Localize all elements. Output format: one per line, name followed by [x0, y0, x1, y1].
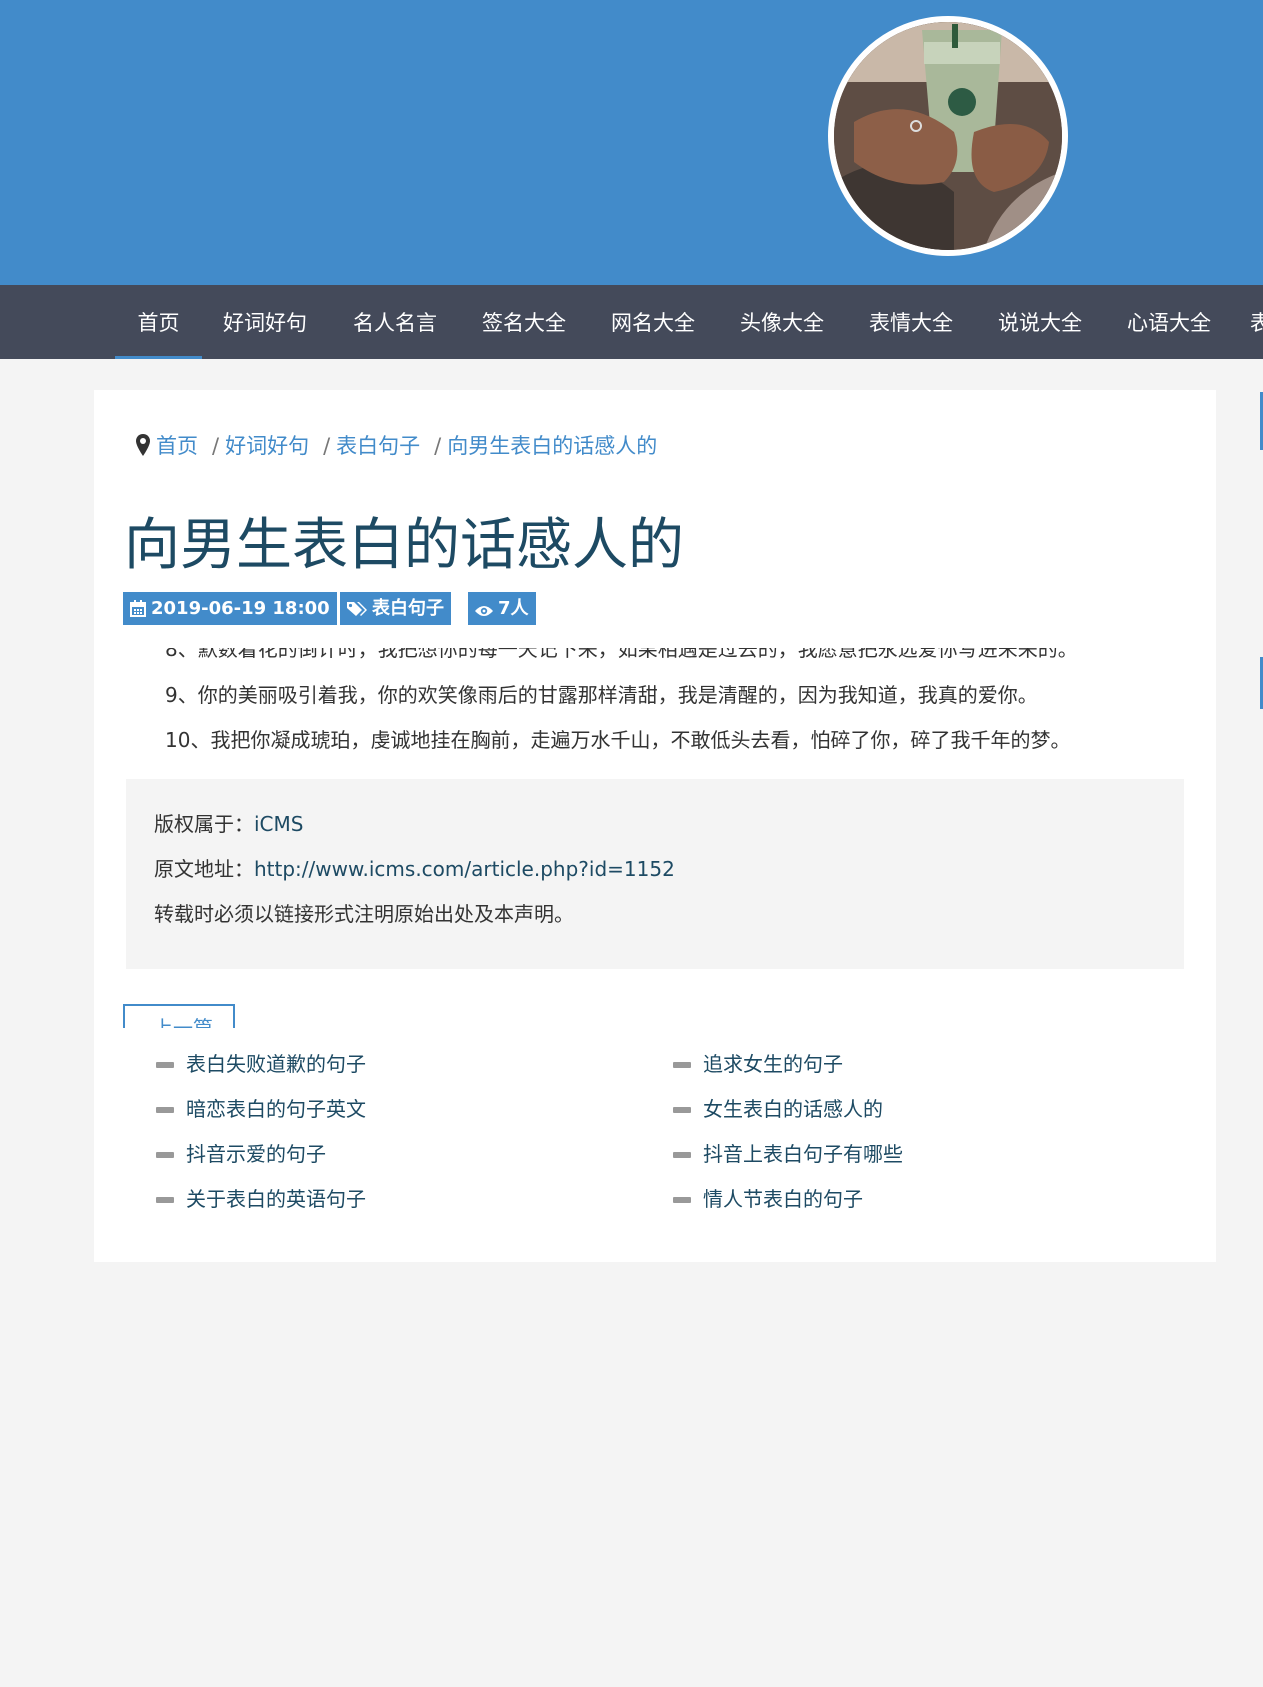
copyright-owner-row: 版权属于：iCMS [154, 808, 303, 837]
map-marker-icon [136, 434, 150, 461]
breadcrumb-separator: / [323, 434, 331, 458]
nav-item-emoticons[interactable]: 表情大全 [861, 285, 961, 359]
nav-item-signatures[interactable]: 签名大全 [474, 285, 574, 359]
dash-bullet-icon [156, 1062, 174, 1068]
related-item[interactable]: 暗恋表白的句子英文 [156, 1093, 366, 1122]
related-item-label[interactable]: 抖音上表白句子有哪些 [703, 1142, 903, 1166]
avatar[interactable] [828, 16, 1068, 256]
eye-icon [475, 606, 493, 616]
article-line-10: 10、我把你凝成琥珀，虔诚地挂在胸前，走遍万水千山，不敢低头去看，怕碎了你，碎了… [165, 728, 1071, 752]
dash-bullet-icon [156, 1152, 174, 1158]
article-category[interactable]: 表白句子 [372, 598, 444, 619]
dash-bullet-icon [673, 1107, 691, 1113]
breadcrumb-good-words[interactable]: 好词好句 [225, 434, 309, 458]
copyright-box: 版权属于：iCMS 原文地址：http://www.icms.com/artic… [126, 779, 1184, 969]
site-header [0, 0, 1263, 285]
nav-item-overflow[interactable]: 表 [1250, 285, 1263, 359]
dash-bullet-icon [673, 1062, 691, 1068]
related-item-label[interactable]: 抖音示爱的句子 [186, 1142, 326, 1166]
related-tab-label[interactable]: 上一篇 [153, 1012, 213, 1028]
page-title: 向男生表白的话感人的 [124, 513, 684, 578]
related-item[interactable]: 女生表白的话感人的 [673, 1093, 883, 1122]
views-badge: 7人 [468, 592, 536, 625]
nav-item-moments[interactable]: 说说大全 [990, 285, 1090, 359]
copyright-url-label: 原文地址： [154, 857, 254, 881]
related-item[interactable]: 情人节表白的句子 [673, 1183, 863, 1212]
copyright-owner[interactable]: iCMS [254, 812, 303, 836]
tags-icon [347, 602, 367, 616]
related-item[interactable]: 抖音上表白句子有哪些 [673, 1138, 903, 1167]
avatar-photo [834, 22, 1062, 250]
dash-bullet-icon [673, 1152, 691, 1158]
nav-item-avatars[interactable]: 头像大全 [732, 285, 832, 359]
article-card: 首页 / 好词好句 / 表白句子 / 向男生表白的话感人的 向男生表白的话感人的 2019-… [94, 390, 1216, 1262]
breadcrumb-current[interactable]: 向男生表白的话感人的 [447, 434, 657, 458]
copyright-url-link[interactable]: http://www.icms.com/article.php?id=1152 [254, 857, 675, 881]
related-item[interactable]: 关于表白的英语句子 [156, 1183, 366, 1212]
copyright-url-row: 原文地址：http://www.icms.com/article.php?id=… [154, 853, 675, 882]
breadcrumb-home[interactable]: 首页 [156, 434, 198, 458]
nav-item-good-words[interactable]: 好词好句 [215, 285, 315, 359]
copyright-owner-label: 版权属于： [154, 812, 254, 836]
related-item-label[interactable]: 暗恋表白的句子英文 [186, 1097, 366, 1121]
breadcrumb-category[interactable]: 表白句子 [336, 434, 420, 458]
dash-bullet-icon [673, 1197, 691, 1203]
nav-item-home[interactable]: 首页 [115, 285, 202, 359]
breadcrumb-separator: / [212, 434, 220, 458]
date-badge: 2019-06-19 18:00 [123, 592, 337, 625]
dash-bullet-icon [156, 1197, 174, 1203]
related-item-label[interactable]: 关于表白的英语句子 [186, 1187, 366, 1211]
calendar-icon [130, 600, 146, 617]
related-tab[interactable]: 上一篇 [123, 1004, 235, 1028]
breadcrumb-separator: / [434, 434, 442, 458]
related-item-label[interactable]: 表白失败道歉的句子 [186, 1052, 366, 1076]
nav-item-heart-words[interactable]: 心语大全 [1119, 285, 1219, 359]
copyright-notice: 转载时必须以链接形式注明原始出处及本声明。 [154, 902, 574, 926]
related-item-label[interactable]: 追求女生的句子 [703, 1052, 843, 1076]
breadcrumb: 首页 / 好词好句 / 表白句子 / 向男生表白的话感人的 [136, 430, 657, 461]
related-item[interactable]: 追求女生的句子 [673, 1048, 843, 1077]
article-date: 2019-06-19 18:00 [151, 598, 330, 619]
article-line-8: 8、默数着花的倒计时，我把想你的每一天记下来，如果相遇是过去的，我愿意把永远爱你… [165, 648, 1078, 661]
dash-bullet-icon [156, 1107, 174, 1113]
article-content: 8、默数着花的倒计时，我把想你的每一天记下来，如果相遇是过去的，我愿意把永远爱你… [94, 648, 1216, 760]
article-line-9: 9、你的美丽吸引着我，你的欢笑像雨后的甘露那样清甜，我是清醒的，因为我知道，我真… [165, 683, 1038, 707]
nav-item-famous-quotes[interactable]: 名人名言 [345, 285, 445, 359]
related-item-label[interactable]: 女生表白的话感人的 [703, 1097, 883, 1121]
related-item[interactable]: 表白失败道歉的句子 [156, 1048, 366, 1077]
main-nav: 首页 好词好句 名人名言 签名大全 网名大全 头像大全 表情大全 说说大全 心语… [0, 285, 1263, 359]
article-views: 7人 [498, 598, 529, 619]
related-item-label[interactable]: 情人节表白的句子 [703, 1187, 863, 1211]
category-badge[interactable]: 表白句子 [340, 592, 451, 625]
related-item[interactable]: 抖音示爱的句子 [156, 1138, 326, 1167]
nav-item-nicknames[interactable]: 网名大全 [603, 285, 703, 359]
